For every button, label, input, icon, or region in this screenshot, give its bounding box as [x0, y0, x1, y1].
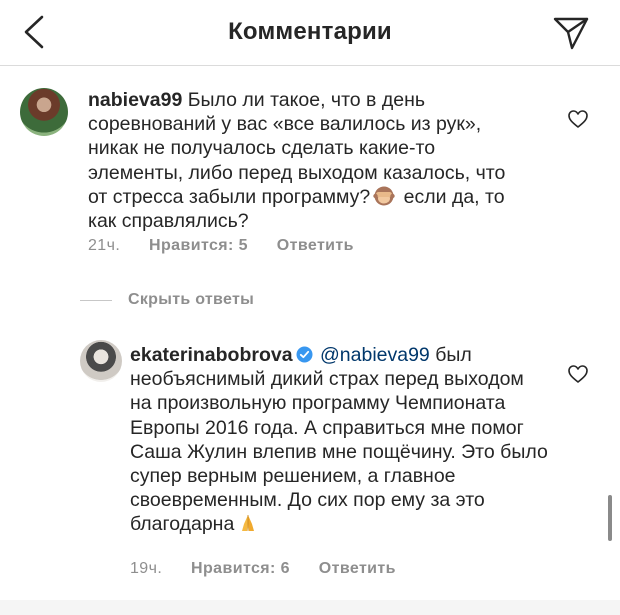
reply-text: ekaterinabobrova @nabieva99 был необъясн…	[130, 343, 550, 537]
comment-likes[interactable]: Нравится: 6	[191, 560, 290, 577]
comment-body: был необъяснимый дикий страх перед выход…	[130, 344, 548, 536]
page-title: Комментарии	[228, 18, 392, 45]
comment-username[interactable]: ekaterinabobrova	[130, 344, 293, 366]
header-bar: Комментарии	[0, 0, 620, 66]
hide-replies-button[interactable]: Скрыть ответы	[80, 291, 254, 309]
divider-line	[80, 299, 112, 301]
comment-time: 21ч.	[88, 237, 121, 254]
comment-username[interactable]: nabieva99	[88, 89, 182, 111]
hide-replies-label: Скрыть ответы	[128, 291, 255, 308]
reply-button[interactable]: Ответить	[277, 237, 354, 254]
comment-time: 19ч.	[130, 560, 163, 577]
heart-icon[interactable]	[567, 108, 589, 130]
scrollbar[interactable]	[608, 495, 612, 541]
comment-meta: 21ч. Нравится: 5 Ответить	[88, 237, 378, 255]
comment-text: nabieva99 Было ли такое, что в день соре…	[88, 88, 528, 233]
avatar[interactable]	[20, 88, 68, 136]
comment-meta: 19ч. Нравится: 6 Ответить	[130, 560, 420, 578]
mention-link[interactable]: @nabieva99	[320, 344, 430, 366]
reply-button[interactable]: Ответить	[319, 560, 396, 577]
heart-icon[interactable]	[567, 363, 589, 385]
avatar[interactable]	[80, 340, 122, 382]
bottom-edge	[0, 600, 620, 615]
paper-plane-icon[interactable]	[552, 14, 590, 52]
folded-hands-icon	[242, 515, 255, 532]
verified-badge-icon	[296, 346, 313, 363]
see-no-evil-monkey-icon	[373, 186, 395, 206]
comment-likes[interactable]: Нравится: 5	[149, 237, 248, 254]
